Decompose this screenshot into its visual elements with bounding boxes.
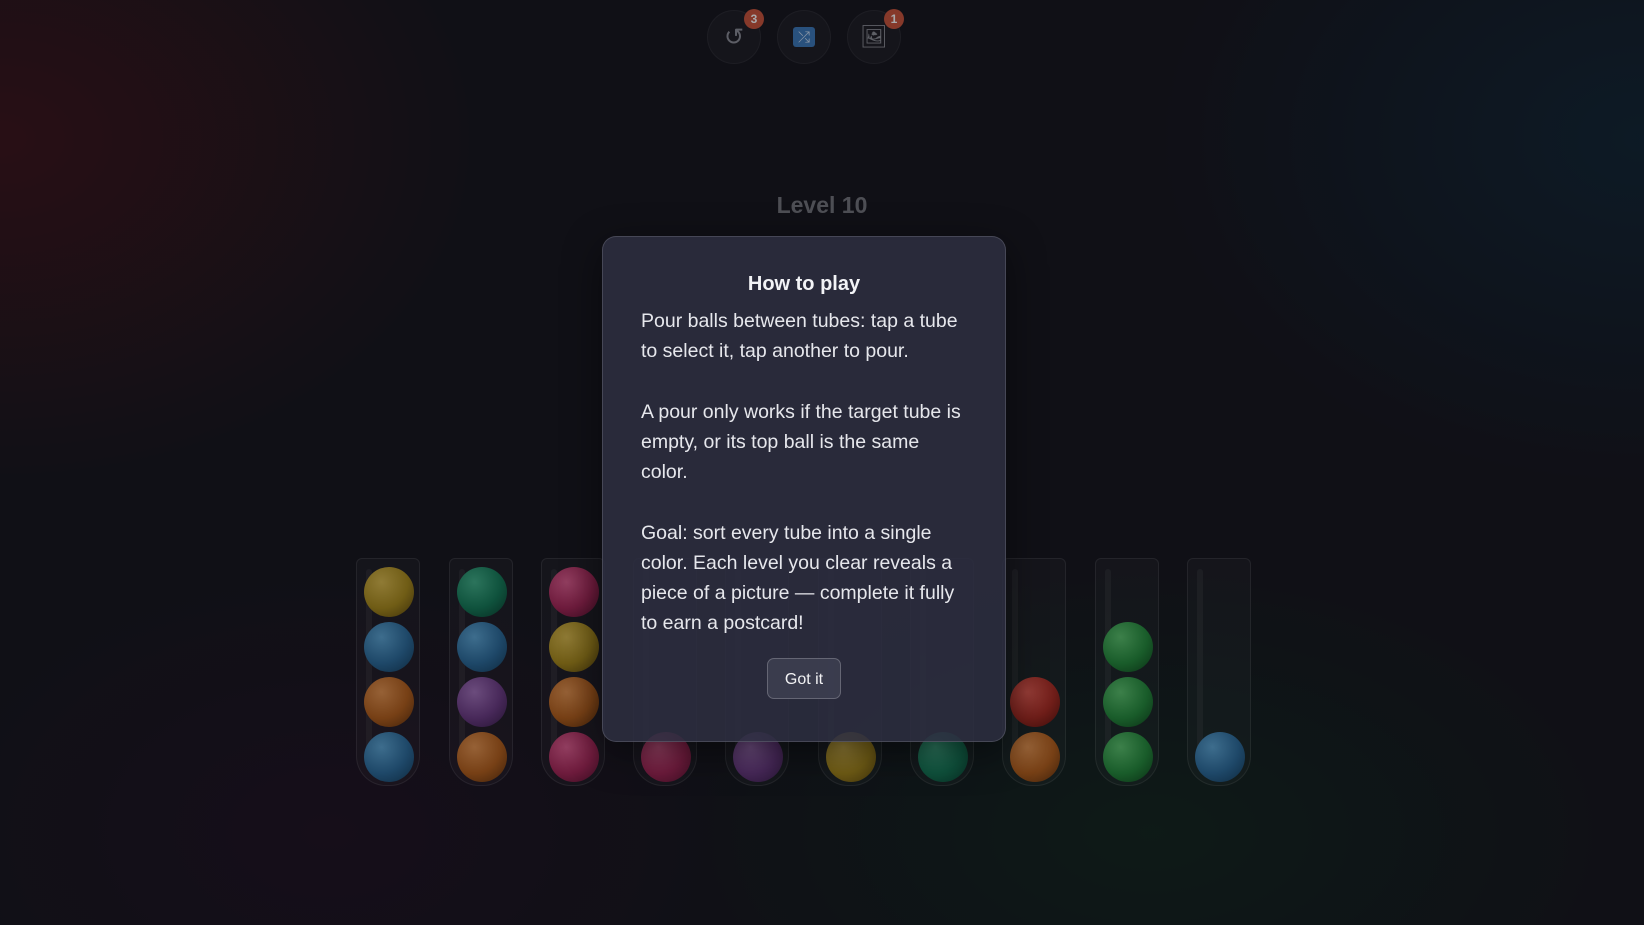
got-it-button[interactable]: Got it	[767, 658, 841, 699]
how-to-play-dialog: How to play Pour balls between tubes: ta…	[602, 236, 1006, 742]
dialog-paragraph-goal: Goal: sort every tube into a single colo…	[641, 522, 955, 634]
dialog-title: How to play	[747, 273, 861, 295]
dialog-paragraph-rule: A pour only works if the target tube is …	[641, 401, 961, 483]
dialog-paragraph-pour: Pour balls between tubes: tap a tube to …	[641, 310, 958, 362]
